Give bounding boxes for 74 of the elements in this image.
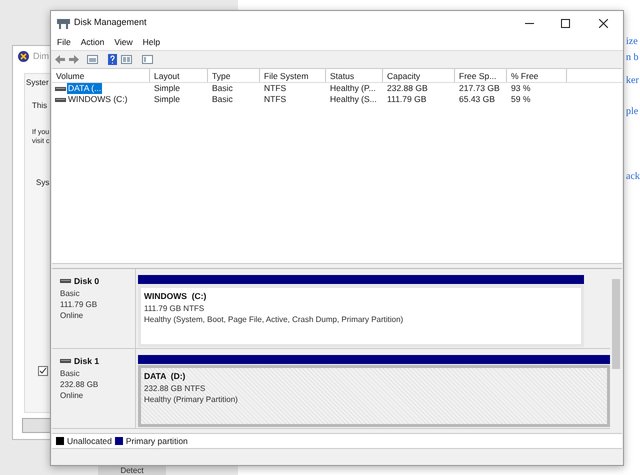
properties-icon[interactable] <box>142 55 153 64</box>
legend-label: Primary partition <box>126 434 188 448</box>
column-header[interactable]: Volume <box>52 69 150 82</box>
disk-type: Basic <box>60 368 81 379</box>
column-header[interactable]: File System <box>260 69 326 82</box>
table-cell-text: Simple <box>153 94 181 105</box>
disk-view-icon[interactable] <box>121 55 132 64</box>
disk-name: Disk 0 <box>74 275 100 288</box>
maximize-icon <box>560 18 570 28</box>
link[interactable]: n b <box>626 50 638 65</box>
dialog-title: Dim <box>33 50 49 63</box>
table-cell-text: 217.73 GB <box>458 83 501 94</box>
column-header[interactable]: Capacity <box>383 69 455 82</box>
table-cell-text: NTFS <box>263 94 288 105</box>
link[interactable]: ple <box>626 104 638 119</box>
minimize-icon <box>524 22 534 24</box>
partition-title: WINDOWS (C:) <box>144 290 208 303</box>
dialog-text: This <box>32 100 48 112</box>
link[interactable]: ker <box>626 73 639 88</box>
back-arrow-icon[interactable] <box>55 55 65 64</box>
volume-name[interactable]: DATA (... <box>67 83 102 94</box>
column-header[interactable]: Status <box>326 69 383 82</box>
partition[interactable]: WINDOWS (C:) 111.79 GB NTFS Healthy (System, Boot, Page File, Active, Crash Dump, Primary Partition) <box>138 285 584 347</box>
help-icon[interactable] <box>108 54 117 65</box>
dialog-button[interactable] <box>22 418 52 433</box>
link[interactable]: ack <box>626 169 640 184</box>
column-header[interactable]: Free Sp... <box>455 69 507 82</box>
forward-arrow-icon[interactable] <box>69 55 79 64</box>
window-title: Disk Management <box>74 16 147 30</box>
table-cell-text: 111.79 GB <box>386 94 428 105</box>
disk-icon <box>60 358 71 364</box>
close-icon <box>598 18 608 28</box>
table-cell-text: Basic <box>211 94 234 105</box>
table-cell-text: 93 % <box>510 83 532 94</box>
menu-item[interactable]: Help <box>142 36 160 49</box>
table-cell-text: Basic <box>211 83 234 94</box>
column-header[interactable]: % Free <box>507 69 567 82</box>
disk-management-icon <box>57 18 70 28</box>
disk-icon <box>55 86 66 92</box>
partition-title: DATA (D:) <box>144 370 186 383</box>
legend-label: Unallocated <box>67 434 112 448</box>
table-cell-text: NTFS <box>263 83 288 94</box>
dialog-tab[interactable]: Syster <box>26 77 49 89</box>
app-icon <box>18 51 29 62</box>
table-cell-text: Healthy (P... <box>329 83 377 94</box>
list-view-icon[interactable] <box>87 55 98 64</box>
partition[interactable]: DATA (D:) 232.88 GB NTFS Healthy (Primary Partition) <box>138 365 610 427</box>
disk-size: 232.88 GB <box>60 378 100 390</box>
volume-name[interactable]: WINDOWS (C:) <box>67 94 128 105</box>
table-cell-text: 65.43 GB <box>458 94 496 105</box>
partition-status: Healthy (Primary Partition) <box>144 394 239 405</box>
disk-icon <box>60 278 71 284</box>
menu-item[interactable]: Action <box>80 36 104 49</box>
table-cell-text: 59 % <box>510 94 532 105</box>
column-header[interactable]: Type <box>208 69 260 82</box>
checkbox[interactable] <box>38 366 48 376</box>
partition-size: 111.79 GB NTFS <box>144 302 206 314</box>
disk-size: 111.79 GB <box>60 298 98 310</box>
partition-status: Healthy (System, Boot, Page File, Active, Crash Dump, Primary Partition) <box>144 314 404 325</box>
detect-button[interactable]: Detect <box>98 466 166 475</box>
column-header[interactable]: Layout <box>150 69 208 82</box>
table-cell-text: Healthy (S... <box>329 94 378 105</box>
disk-status: Online <box>60 310 84 321</box>
menu-item[interactable]: File <box>57 36 71 49</box>
link[interactable]: ize <box>626 34 638 49</box>
dialog-text: Sys <box>36 177 50 189</box>
disk-type: Basic <box>60 288 81 299</box>
disk-status: Online <box>60 390 84 401</box>
partition-size: 232.88 GB NTFS <box>144 382 206 394</box>
table-cell-text: Simple <box>153 83 181 94</box>
disk-name: Disk 1 <box>74 355 100 368</box>
menu-item[interactable]: View <box>114 36 133 49</box>
disk-icon <box>55 96 66 102</box>
table-cell-text: 232.88 GB <box>386 83 429 94</box>
